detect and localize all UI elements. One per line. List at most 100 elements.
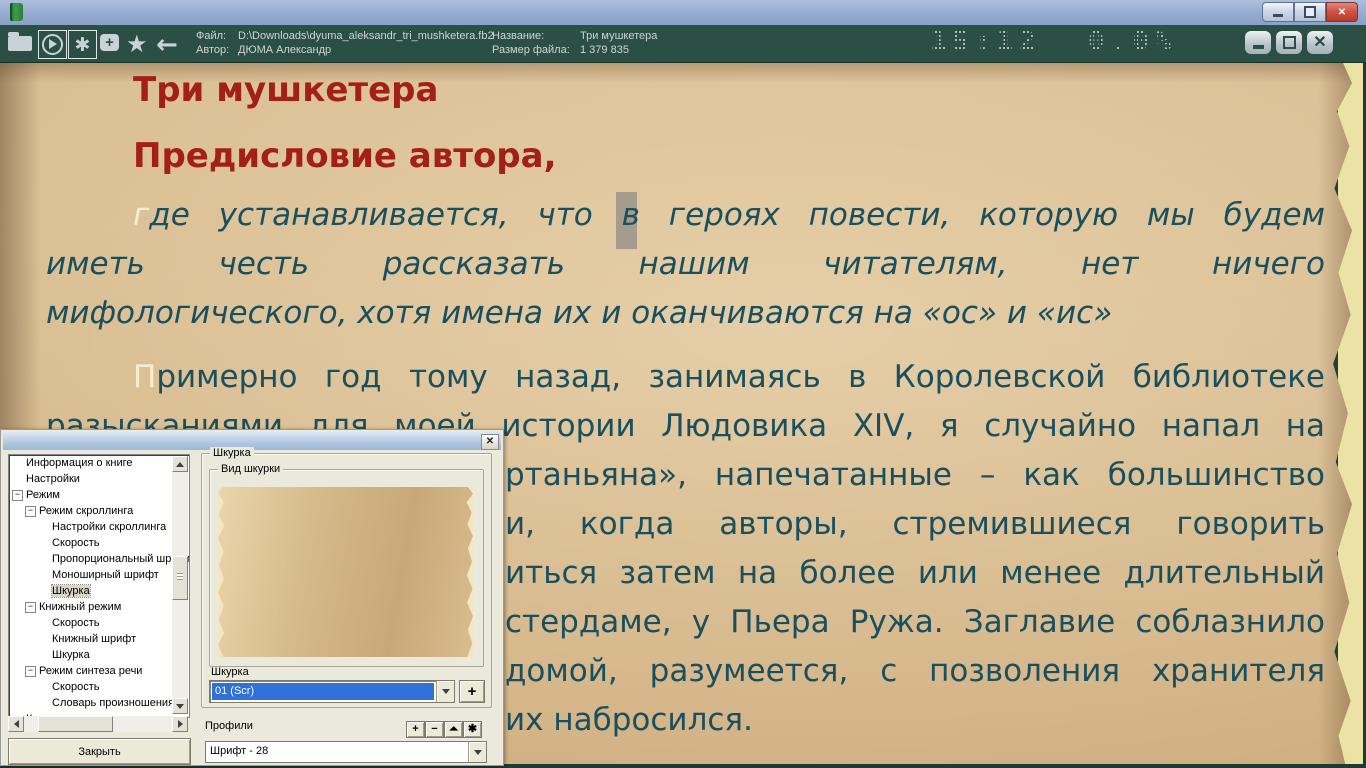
arrow-right-icon — [178, 720, 183, 728]
chevron-down-icon — [442, 689, 450, 694]
profile-combobox[interactable]: Шрифт - 28 — [205, 741, 487, 763]
arrow-left-icon — [14, 720, 19, 728]
tree-item-speech-mode[interactable]: Режим синтеза речи — [9, 663, 185, 679]
minimize-icon — [1253, 45, 1264, 49]
play-icon — [42, 34, 63, 55]
close-icon: ✕ — [1338, 7, 1346, 18]
back-button[interactable]: ← — [156, 30, 178, 60]
app-close-button[interactable]: ✕ — [1307, 31, 1333, 54]
dropcap: г — [133, 197, 149, 233]
tree-item-scroll-mode[interactable]: Режим скроллинга — [9, 503, 185, 519]
open-folder-button[interactable] — [8, 30, 32, 51]
tree-item-skin-selected[interactable]: Шкурка — [9, 583, 190, 599]
minimize-icon — [1273, 14, 1283, 17]
close-icon: ✕ — [486, 437, 494, 447]
tree-item-mono-font[interactable]: Моноширный шрифт — [9, 567, 190, 583]
tree-item-mode[interactable]: Режим — [9, 487, 172, 503]
collapse-icon[interactable] — [25, 666, 36, 677]
text-line: их набросился. — [505, 698, 753, 742]
text-line: иметь честь рассказать нашим читателям, … — [46, 242, 1325, 286]
dropdown-button[interactable] — [436, 681, 454, 702]
collapse-icon[interactable] — [25, 602, 36, 613]
os-close-button[interactable]: ✕ — [1326, 2, 1358, 22]
profile-default-button[interactable]: ⏶ — [444, 721, 463, 738]
title-info-block: Название: Три мушкетера Размер файла: 1 … — [492, 29, 657, 57]
scroll-down-button[interactable] — [172, 698, 188, 714]
back-arrow-icon: ← — [156, 30, 178, 60]
profiles-label: Профили — [205, 720, 253, 732]
dropdown-button[interactable] — [468, 742, 486, 762]
text-line: Примерно год тому назад, занимаясь в Кор… — [133, 355, 1325, 399]
play-button[interactable] — [38, 30, 67, 59]
close-icon: ✕ — [1313, 35, 1326, 51]
dialog-close-button[interactable]: ✕ — [481, 434, 499, 450]
file-info-block: Файл: D:\Downloads\dyuma_aleksandr_tri_m… — [196, 29, 494, 57]
clock-display: 15:12 — [930, 26, 1041, 57]
add-button[interactable]: + — [100, 30, 119, 51]
text-line: мифологического, хотя имена их и оканчив… — [46, 291, 1112, 335]
parchment-thumbnail — [218, 487, 473, 657]
profile-remove-button[interactable]: − — [425, 721, 444, 738]
tree-item-scroll-settings[interactable]: Настройки скроллинга — [9, 519, 190, 535]
app-restore-button[interactable] — [1276, 31, 1302, 54]
skin-combo-label: Шкурка — [211, 666, 249, 678]
close-dialog-button[interactable]: Закрыть — [8, 738, 191, 765]
asterisk-icon: ✱ — [75, 34, 91, 56]
text-line: иться затем на более или менее длительны… — [505, 551, 1325, 595]
progress-display: 0.0% — [1088, 26, 1177, 57]
settings-tree: Информация о книге Настройки Режим Режим… — [8, 454, 190, 718]
tree-vertical-scrollbar[interactable] — [172, 456, 188, 714]
tree-item-book-mode[interactable]: Книжный режим — [9, 599, 185, 615]
chevron-down-icon — [474, 750, 482, 755]
skin-combobox[interactable]: 01 (Scr) — [209, 680, 455, 703]
app-window: ✕ ✱ + ★ ← Файл: D:\Downloads\dyuma_aleks… — [0, 0, 1366, 768]
tree-item-speed[interactable]: Скорость — [9, 535, 190, 551]
scrollbar-thumb[interactable] — [38, 716, 113, 732]
tree-item-book-font[interactable]: Книжный шрифт — [9, 631, 190, 647]
tree-item-book-info[interactable]: Информация о книге — [9, 455, 172, 471]
tree-item-pronunciation-dict[interactable]: Словарь произношения — [9, 695, 190, 711]
skin-selected-value: 01 (Scr) — [212, 683, 434, 700]
settings-dialog: ✕ Информация о книге Настройки Режим Реж… — [0, 429, 504, 766]
size-value: 1 379 835 — [580, 43, 657, 57]
scrollbar-thumb[interactable] — [172, 556, 188, 600]
favorites-button[interactable]: ★ — [126, 30, 148, 58]
add-icon: + — [100, 34, 119, 51]
scroll-up-button[interactable] — [172, 456, 188, 472]
skin-preview-image — [218, 487, 473, 657]
file-path: D:\Downloads\dyuma_aleksandr_tri_mushket… — [238, 29, 494, 43]
text-line: домой, разумеется, с позволения хранител… — [505, 649, 1325, 693]
app-minimize-button[interactable] — [1245, 31, 1271, 54]
skin-groupbox-label: Шкурка — [210, 447, 254, 459]
add-skin-button[interactable]: + — [459, 680, 485, 703]
text-line: и, когда авторы, стремившиеся говорить — [505, 502, 1325, 546]
scroll-left-button[interactable] — [8, 716, 24, 732]
author-label: Автор: — [196, 43, 232, 57]
folder-icon — [8, 36, 32, 51]
profile-add-button[interactable]: + — [406, 721, 425, 738]
text-line: ртаньяна», напечатанные – как большинств… — [505, 453, 1325, 497]
restore-icon — [1283, 36, 1296, 49]
tree-item-proportional-font[interactable]: Пропорциональный шрифт — [9, 551, 190, 567]
text-line: стердаме, у Пьера Ружа. Заглавие соблазн… — [505, 600, 1325, 644]
tree-item-skin[interactable]: Шкурка — [9, 647, 190, 663]
profile-selected-value: Шрифт - 28 — [206, 742, 468, 762]
profile-settings-button[interactable]: ✱ — [463, 721, 482, 738]
os-minimize-button[interactable] — [1262, 2, 1294, 22]
tree-item-speed[interactable]: Скорость — [9, 679, 190, 695]
collapse-icon[interactable] — [25, 506, 36, 517]
os-restore-button[interactable] — [1294, 2, 1326, 22]
collapse-icon[interactable] — [12, 490, 23, 501]
title-label: Название: — [492, 29, 574, 43]
scroll-right-button[interactable] — [172, 716, 188, 732]
tree-item-settings[interactable]: Настройки — [9, 471, 172, 487]
size-label: Размер файла: — [492, 43, 574, 57]
settings-button[interactable]: ✱ — [68, 30, 97, 59]
os-titlebar: ✕ — [0, 0, 1366, 25]
app-book-icon — [10, 3, 23, 21]
book-title-heading: Три мушкетера — [133, 70, 438, 110]
arrow-up-icon — [176, 462, 184, 467]
tree-horizontal-scrollbar[interactable] — [8, 716, 188, 732]
tree-item-speed[interactable]: Скорость — [9, 615, 190, 631]
text-line: где устанавливается, что в героях повест… — [133, 193, 1325, 237]
